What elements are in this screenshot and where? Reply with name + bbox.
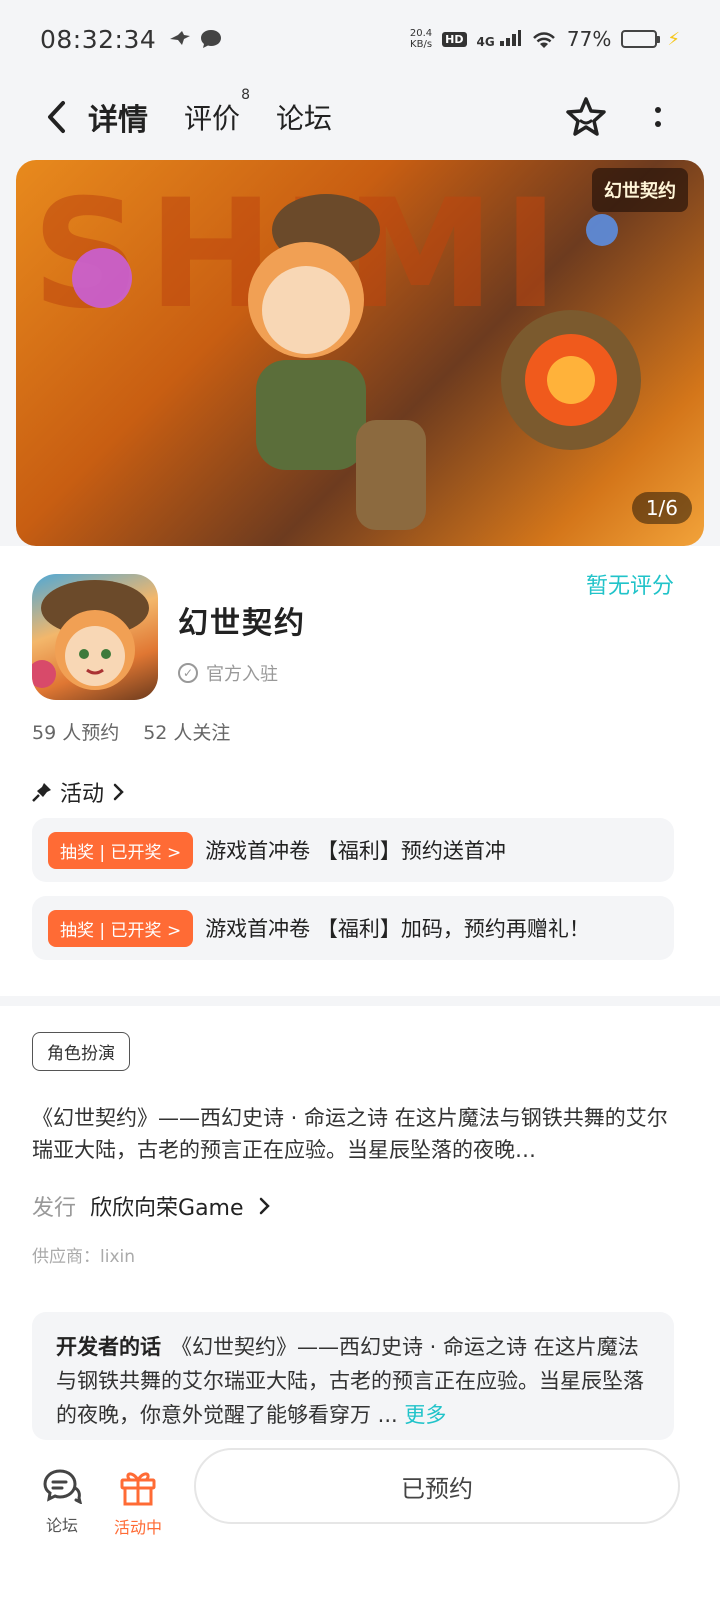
back-button[interactable] [36, 97, 76, 137]
rating-status: 暂无评分 [585, 574, 674, 599]
more-link[interactable]: 更多 [404, 1403, 446, 1427]
game-description-section: 角色扮演 《幻世契约》——西幻史诗 · 命运之诗 在这片魔法与钢铁共舞的艾尔瑞亚… [0, 1006, 720, 1440]
genre-tag[interactable]: 角色扮演 [32, 1032, 130, 1071]
activity-item[interactable]: 抽奖 | 已开奖 > 游戏首冲卷 【福利】预约送首冲 [32, 818, 674, 882]
publisher-label: 发行 [32, 1196, 77, 1221]
forum-button[interactable]: 论坛 [22, 1468, 102, 1536]
network-speed: 20.4 KB/s [409, 28, 433, 50]
pin-icon [32, 783, 51, 802]
bottom-action-bar: 论坛 活动中 已预约 [0, 1440, 720, 1600]
game-description[interactable]: 《幻世契约》——西幻史诗 · 命运之诗 在这片魔法与钢铁共舞的艾尔瑞亚大陆，古老… [32, 1102, 688, 1166]
more-icon [655, 107, 661, 113]
carousel-counter: 1/6 [631, 492, 692, 524]
reserved-button[interactable]: 已预约 [194, 1448, 680, 1524]
charging-icon: ⚡ [667, 28, 680, 50]
section-divider [0, 996, 720, 1006]
activity-button[interactable]: 活动中 [98, 1468, 178, 1538]
game-icon [32, 574, 158, 700]
favorite-star-icon [566, 97, 606, 136]
wifi-icon [533, 32, 555, 48]
status-bar: 08:32:34 20.4 KB/s HD 4G 77% ⚡ [0, 0, 720, 78]
tab-bar: 详情 评价 8 论坛 [84, 87, 332, 143]
activity-text: 游戏首冲卷 【福利】预约送首冲 [205, 839, 506, 863]
activity-section-header[interactable]: 活动 [32, 776, 126, 808]
status-time: 08:32:34 [40, 24, 157, 54]
forum-chat-icon [43, 1469, 82, 1504]
banner-artwork [72, 194, 641, 530]
game-info: 幻世契约 ✓ 官方入驻 暂无评分 59 人预约 52 人关注 活动 抽奖 | 已… [0, 546, 720, 996]
publisher-row[interactable]: 发行 欣欣向荣Game [32, 1190, 272, 1222]
reservation-count: 59 人预约 [32, 722, 120, 744]
tab-details[interactable]: 详情 [84, 95, 152, 143]
top-nav: 详情 评价 8 论坛 [0, 78, 720, 156]
developer-words-label: 开发者的话 [56, 1335, 161, 1359]
developer-words[interactable]: 开发者的话 《幻世契约》——西幻史诗 · 命运之诗 在这片魔法与钢铁共舞的艾尔瑞亚… [32, 1312, 674, 1440]
page-content: SHIMI 幻世契约 1/6 [0, 156, 720, 1440]
activity-item[interactable]: 抽奖 | 已开奖 > 游戏首冲卷 【福利】加码，预约再赠礼！ [32, 896, 674, 960]
activity-text: 游戏首冲卷 【福利】加码，预约再赠礼！ [205, 917, 590, 941]
message-notification-icon [201, 30, 222, 48]
screenshot-carousel[interactable]: SHIMI 幻世契约 1/6 [16, 160, 704, 546]
check-circle-icon: ✓ [178, 663, 198, 683]
bird-notification-icon [170, 31, 191, 45]
chevron-right-icon [259, 1197, 270, 1215]
game-logo: 幻世契约 [592, 168, 688, 212]
game-name: 幻世契约 [178, 606, 306, 641]
tab-forum[interactable]: 论坛 [276, 97, 332, 137]
game-stats: 59 人预约 52 人关注 [32, 718, 230, 745]
lottery-badge: 抽奖 | 已开奖 > [48, 831, 194, 869]
favorite-button[interactable] [562, 93, 610, 141]
publisher-name: 欣欣向荣Game [90, 1196, 244, 1221]
follower-count: 52 人关注 [143, 722, 231, 744]
official-badge: ✓ 官方入驻 [178, 660, 278, 686]
gift-icon [120, 1472, 156, 1506]
chevron-right-icon [113, 783, 124, 801]
lottery-badge: 抽奖 | 已开奖 > [48, 909, 194, 947]
more-button[interactable] [646, 97, 670, 137]
supplier-info: 供应商：lixin [32, 1247, 136, 1267]
battery-icon [621, 30, 661, 48]
back-arrow-icon [48, 101, 65, 133]
review-count-badge: 8 [241, 87, 251, 103]
signal-icon: 4G [477, 29, 521, 49]
hd-badge: HD [442, 31, 467, 47]
tab-reviews[interactable]: 评价 8 [184, 87, 250, 137]
battery-percent: 77% [566, 27, 612, 51]
